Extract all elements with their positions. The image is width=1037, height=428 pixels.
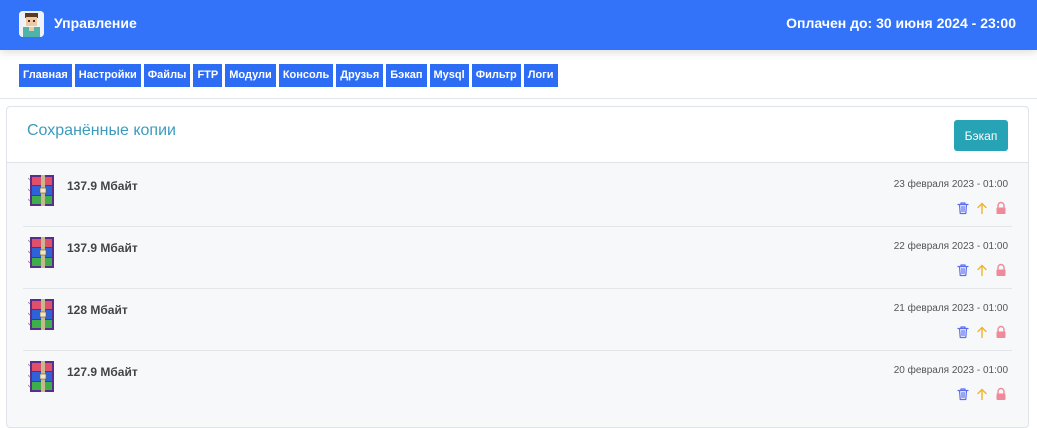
archive-icon xyxy=(27,174,58,207)
trash-icon[interactable] xyxy=(956,263,970,277)
backup-date: 22 февраля 2023 - 01:00 xyxy=(893,241,1008,252)
tab-console[interactable]: Консоль xyxy=(278,64,334,87)
avatar-logo-icon[interactable] xyxy=(19,11,44,37)
backup-actions xyxy=(956,201,1008,215)
tab-modules[interactable]: Модули xyxy=(225,64,276,87)
backup-date: 23 февраля 2023 - 01:00 xyxy=(893,179,1008,190)
trash-icon[interactable] xyxy=(956,201,970,215)
backup-actions xyxy=(956,263,1008,277)
list-item: 137.9 Мбайт 22 февраля 2023 - 01:00 xyxy=(7,226,1028,288)
create-backup-button[interactable]: Бэкап xyxy=(954,120,1008,151)
lock-icon[interactable] xyxy=(994,387,1008,401)
tab-settings[interactable]: Настройки xyxy=(74,64,141,87)
backup-size: 128 Мбайт xyxy=(67,303,128,317)
tab-ftp[interactable]: FTP xyxy=(193,64,223,87)
lock-icon[interactable] xyxy=(994,263,1008,277)
tab-backup[interactable]: Бэкап xyxy=(386,64,427,87)
tab-mysql[interactable]: Mysql xyxy=(429,64,469,87)
tab-files[interactable]: Файлы xyxy=(143,64,191,87)
paid-until-status: Оплачен до: 30 июня 2024 - 23:00 xyxy=(786,15,1016,31)
card-header: Сохранённые копии Бэкап xyxy=(7,107,1028,163)
archive-icon xyxy=(27,360,58,393)
backup-size: 127.9 Мбайт xyxy=(67,365,138,379)
tab-friends[interactable]: Друзья xyxy=(336,64,384,87)
arrow-up-icon[interactable] xyxy=(975,263,989,277)
tab-home[interactable]: Главная xyxy=(19,64,72,87)
lock-icon[interactable] xyxy=(994,201,1008,215)
backup-actions xyxy=(956,325,1008,339)
archive-icon xyxy=(27,298,58,331)
backup-size: 137.9 Мбайт xyxy=(67,241,138,255)
arrow-up-icon[interactable] xyxy=(975,201,989,215)
trash-icon[interactable] xyxy=(956,325,970,339)
brand-title[interactable]: Управление xyxy=(54,15,137,31)
section-tabs: Главная Настройки Файлы FTP Модули Консо… xyxy=(19,64,558,87)
backup-date: 21 февраля 2023 - 01:00 xyxy=(893,303,1008,314)
divider xyxy=(0,98,1037,99)
tab-filter[interactable]: Фильтр xyxy=(471,64,521,87)
card-title: Сохранённые копии xyxy=(27,122,176,139)
arrow-up-icon[interactable] xyxy=(975,387,989,401)
backup-date: 20 февраля 2023 - 01:00 xyxy=(893,365,1008,376)
lock-icon[interactable] xyxy=(994,325,1008,339)
backup-list: 137.9 Мбайт 23 февраля 2023 - 01:00 137.… xyxy=(7,164,1028,412)
list-item: 137.9 Мбайт 23 февраля 2023 - 01:00 xyxy=(7,164,1028,226)
backup-size: 137.9 Мбайт xyxy=(67,179,138,193)
arrow-up-icon[interactable] xyxy=(975,325,989,339)
list-item: 128 Мбайт 21 февраля 2023 - 01:00 xyxy=(7,288,1028,350)
archive-icon xyxy=(27,236,58,269)
list-item: 127.9 Мбайт 20 февраля 2023 - 01:00 xyxy=(7,350,1028,412)
top-bar: Управление Оплачен до: 30 июня 2024 - 23… xyxy=(0,0,1037,50)
tab-logs[interactable]: Логи xyxy=(523,64,558,87)
backups-card: Сохранённые копии Бэкап 137.9 Мбайт 23 ф xyxy=(6,106,1029,428)
trash-icon[interactable] xyxy=(956,387,970,401)
backup-actions xyxy=(956,387,1008,401)
